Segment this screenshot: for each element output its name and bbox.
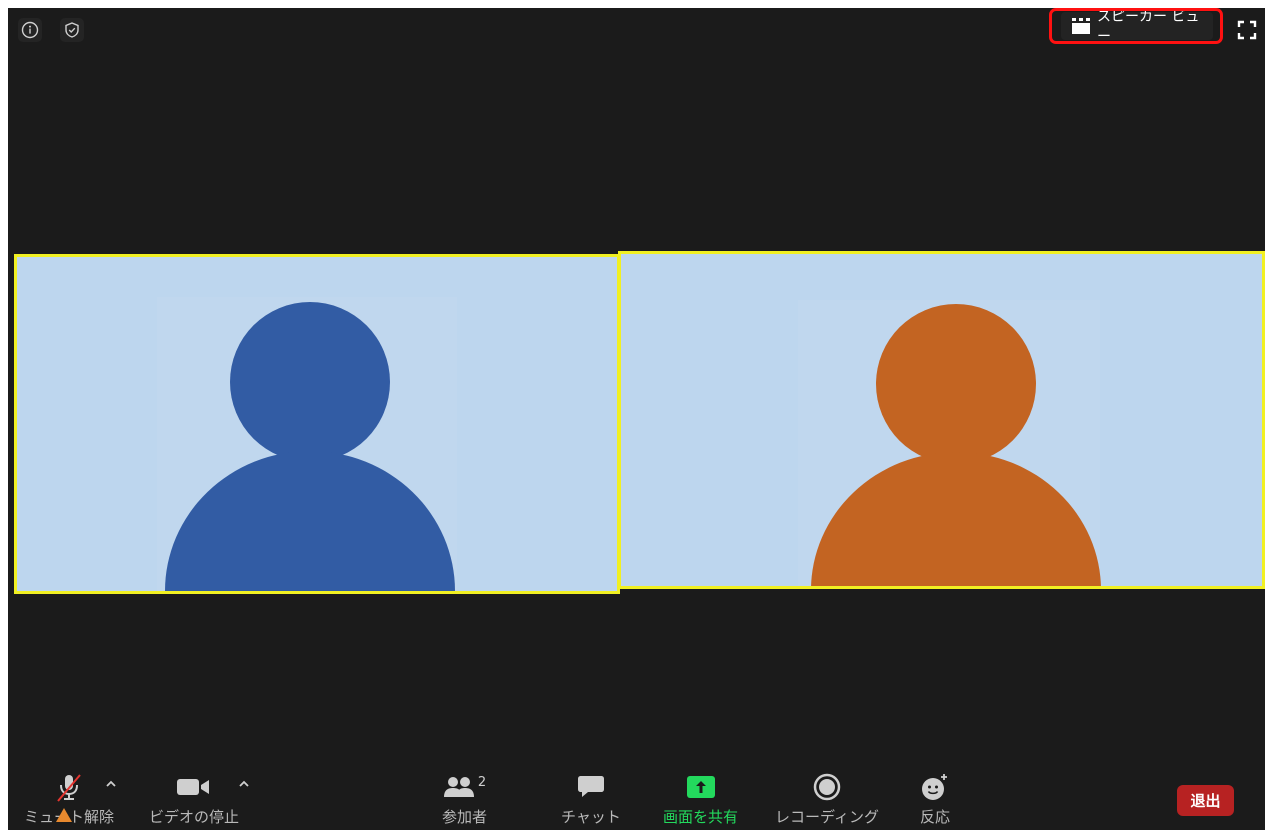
reactions-label: 反応 [920,808,951,826]
stop-video-label: ビデオの停止 [149,808,240,826]
meeting-toolbar: ミュート解除 ビデオの停止 2 参加者 チャット 画面を共有 レコーディング 反… [8,758,1265,830]
fullscreen-icon[interactable] [1237,20,1257,40]
stop-video-button[interactable]: ビデオの停止 [149,770,239,827]
share-screen-label: 画面を共有 [663,808,739,826]
participant-avatar-1 [165,302,455,591]
reactions-button[interactable]: 反応 [920,770,950,827]
meeting-window: スピーカー ビュー ミュート解除 ビデオの停止 2 参加者 チャット 画面を共有… [8,8,1265,830]
participants-button[interactable]: 2 参加者 [442,770,487,827]
video-camera-icon [176,770,212,804]
video-tile-2[interactable] [618,251,1265,589]
mic-muted-icon [55,770,83,804]
participants-count: 2 [477,774,487,790]
view-toggle-button[interactable]: スピーカー ビュー [1061,9,1213,45]
annotation-pointer [56,808,72,822]
share-up-arrow-icon [685,770,717,804]
leave-button[interactable]: 退出 [1177,785,1234,816]
info-icon[interactable] [18,18,42,42]
video-tile-1[interactable] [14,254,620,594]
smiley-plus-icon [920,770,950,804]
participant-avatar-2 [811,304,1101,586]
share-screen-button[interactable]: 画面を共有 [663,770,738,827]
view-toggle-label: スピーカー ビュー [1097,9,1200,45]
chat-button[interactable]: チャット [561,770,621,827]
chat-label: チャット [561,808,621,826]
participants-label: 参加者 [442,808,488,826]
record-label: レコーディング [775,808,879,826]
shield-icon[interactable] [60,18,84,42]
gallery-grid-icon [1071,17,1093,35]
video-options-caret-icon[interactable] [237,776,251,790]
people-icon: 2 [443,770,486,804]
record-icon [813,770,841,804]
chat-bubble-icon [576,770,606,804]
audio-options-caret-icon[interactable] [104,776,118,790]
record-button[interactable]: レコーディング [775,770,879,827]
